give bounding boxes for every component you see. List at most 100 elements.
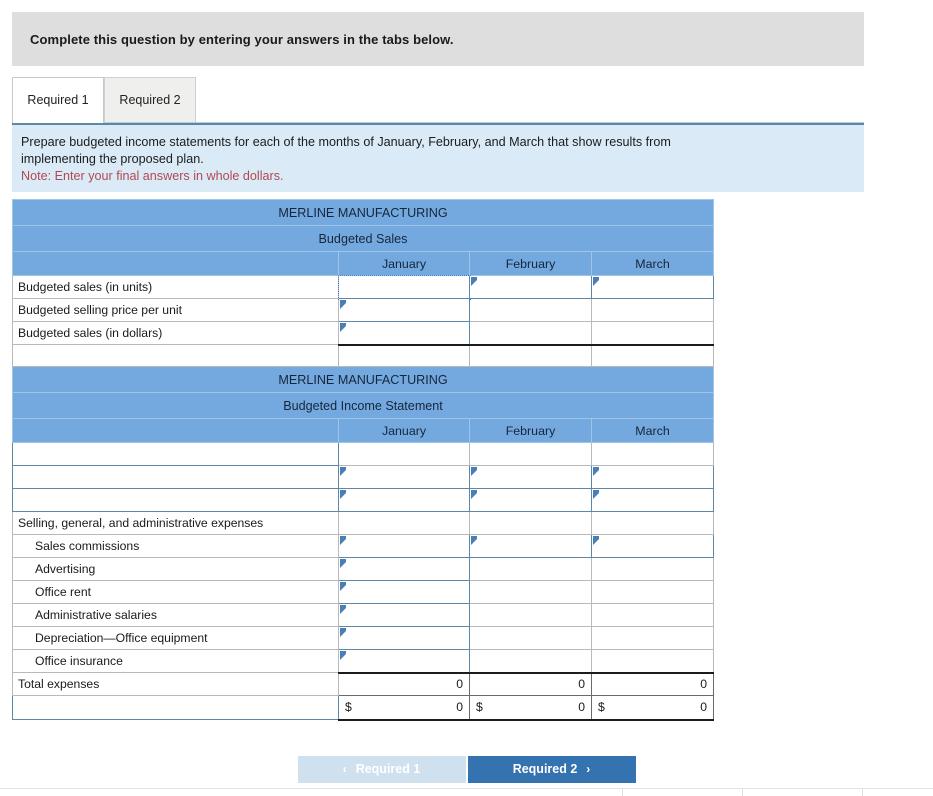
required-1-prev-label: Required 1 (355, 762, 421, 776)
tab-required-2[interactable]: Required 2 (104, 77, 196, 122)
cell-flag-icon (340, 582, 346, 591)
input-sales-commissions-january[interactable] (338, 534, 470, 558)
cell-budgeted-sales-dollars-february[interactable] (469, 321, 592, 346)
row-label-administrative-salaries: Administrative salaries (12, 603, 339, 627)
cell-income-row-1-march[interactable] (590, 442, 715, 466)
cell-income-row-1-january[interactable] (338, 442, 470, 466)
sales-company-header-row: MERLINE MANUFACTURING (11, 199, 715, 226)
sales-header-blank (12, 251, 339, 276)
spacer-cell-label (12, 344, 339, 367)
cell-budgeted-selling-price-march[interactable] (590, 298, 715, 322)
input-budgeted-sales-dollars-january[interactable] (338, 321, 470, 345)
input-income-row-3-january[interactable] (338, 488, 470, 512)
input-office-rent-january[interactable] (338, 580, 470, 604)
cell-office-rent-march[interactable] (590, 580, 715, 604)
cell-budgeted-sales-dollars-march[interactable] (590, 321, 715, 346)
row-label-office-insurance: Office insurance (12, 649, 339, 673)
cell-advertising-march[interactable] (590, 557, 715, 581)
currency-symbol-january: $ (345, 700, 352, 715)
table-row (12, 488, 715, 512)
cell-income-row-1-february[interactable] (469, 442, 592, 466)
row-label-advertising: Advertising (12, 557, 339, 581)
row-label-sales-commissions: Sales commissions (12, 534, 339, 558)
income-header-february: February (469, 418, 592, 443)
select-income-row-1-label[interactable] (12, 442, 339, 466)
input-sales-commissions-march[interactable] (590, 534, 715, 558)
question-banner-text: Complete this question by entering your … (30, 31, 454, 47)
income-subtitle: Budgeted Income Statement (11, 392, 715, 419)
table-row: Depreciation—Office equipment (12, 626, 715, 650)
row-label-office-rent: Office rent (12, 580, 339, 604)
net-income-february-amount: 0 (578, 700, 585, 715)
sales-header-march: March (590, 251, 715, 276)
net-income-january-amount: 0 (456, 700, 463, 715)
value-total-expenses-january: 0 (338, 671, 470, 696)
input-budgeted-selling-price-january[interactable] (338, 298, 470, 322)
input-budgeted-sales-units-march[interactable] (590, 275, 715, 299)
cell-flag-icon (340, 605, 346, 614)
table-spacer-row (12, 343, 715, 367)
table-row: Administrative salaries (12, 603, 715, 627)
tab-required-2-label: Required 2 (119, 93, 181, 107)
cell-office-insurance-february[interactable] (469, 649, 592, 673)
cell-depreciation-march[interactable] (590, 626, 715, 650)
input-administrative-salaries-january[interactable] (338, 603, 470, 627)
cell-flag-icon (593, 490, 599, 499)
question-banner: Complete this question by entering your … (12, 12, 864, 66)
input-advertising-january[interactable] (338, 557, 470, 581)
select-net-income-label[interactable] (12, 695, 339, 720)
cell-flag-icon (471, 277, 477, 286)
input-depreciation-january[interactable] (338, 626, 470, 650)
cell-flag-icon (593, 536, 599, 545)
cell-advertising-february[interactable] (469, 557, 592, 581)
input-office-insurance-january[interactable] (338, 649, 470, 673)
cell-sga-february[interactable] (469, 511, 592, 535)
row-label-sga-expenses: Selling, general, and administrative exp… (12, 511, 339, 535)
required-2-next-button[interactable]: Required 2 › (467, 755, 636, 783)
input-income-row-2-january[interactable] (338, 465, 470, 489)
cell-flag-icon (340, 467, 346, 476)
bottom-tick-3 (862, 789, 863, 796)
cell-flag-icon (471, 490, 477, 499)
income-header-blank (12, 418, 339, 443)
spacer-cell-february (469, 343, 592, 367)
input-sales-commissions-february[interactable] (469, 534, 592, 558)
instruction-line-1: Prepare budgeted income statements for e… (21, 135, 671, 149)
cell-office-rent-february[interactable] (469, 580, 592, 604)
cell-administrative-salaries-february[interactable] (469, 603, 592, 627)
table-row: Office rent (12, 580, 715, 604)
input-income-row-2-february[interactable] (469, 465, 592, 489)
table-row-total: Total expenses 0 0 0 (12, 671, 715, 696)
tab-strip: Required 1 Required 2 (12, 77, 864, 123)
cell-administrative-salaries-march[interactable] (590, 603, 715, 627)
value-total-expenses-march: 0 (590, 671, 715, 696)
cell-flag-icon (340, 323, 346, 332)
tab-required-1[interactable]: Required 1 (12, 77, 104, 123)
cell-flag-icon (593, 277, 599, 286)
cell-depreciation-february[interactable] (469, 626, 592, 650)
row-label-depreciation-office-equipment: Depreciation—Office equipment (12, 626, 339, 650)
row-label-budgeted-selling-price: Budgeted selling price per unit (12, 298, 339, 322)
select-income-row-3-label[interactable] (12, 488, 339, 512)
required-1-prev-button[interactable]: ‹ Required 1 (297, 755, 466, 783)
cell-sga-march[interactable] (590, 511, 715, 535)
instruction-line-2: implementing the proposed plan. (21, 152, 204, 166)
instruction-panel: Prepare budgeted income statements for e… (12, 123, 864, 192)
input-budgeted-sales-units-february[interactable] (469, 275, 592, 299)
cell-flag-icon (340, 536, 346, 545)
row-label-budgeted-sales-units: Budgeted sales (in units) (12, 275, 339, 299)
cell-flag-icon (340, 559, 346, 568)
income-header-march: March (590, 418, 715, 443)
select-income-row-2-label[interactable] (12, 465, 339, 489)
cell-office-insurance-march[interactable] (590, 649, 715, 673)
input-income-row-2-march[interactable] (590, 465, 715, 489)
cell-budgeted-selling-price-february[interactable] (469, 298, 592, 322)
spacer-cell-january (338, 343, 470, 367)
cell-sga-january[interactable] (338, 511, 470, 535)
table-row: Sales commissions (12, 534, 715, 558)
input-income-row-3-february[interactable] (469, 488, 592, 512)
input-budgeted-sales-units-january[interactable] (337, 274, 471, 300)
cell-flag-icon (340, 651, 346, 660)
input-income-row-3-march[interactable] (590, 488, 715, 512)
income-company-header-row: MERLINE MANUFACTURING (11, 366, 715, 393)
